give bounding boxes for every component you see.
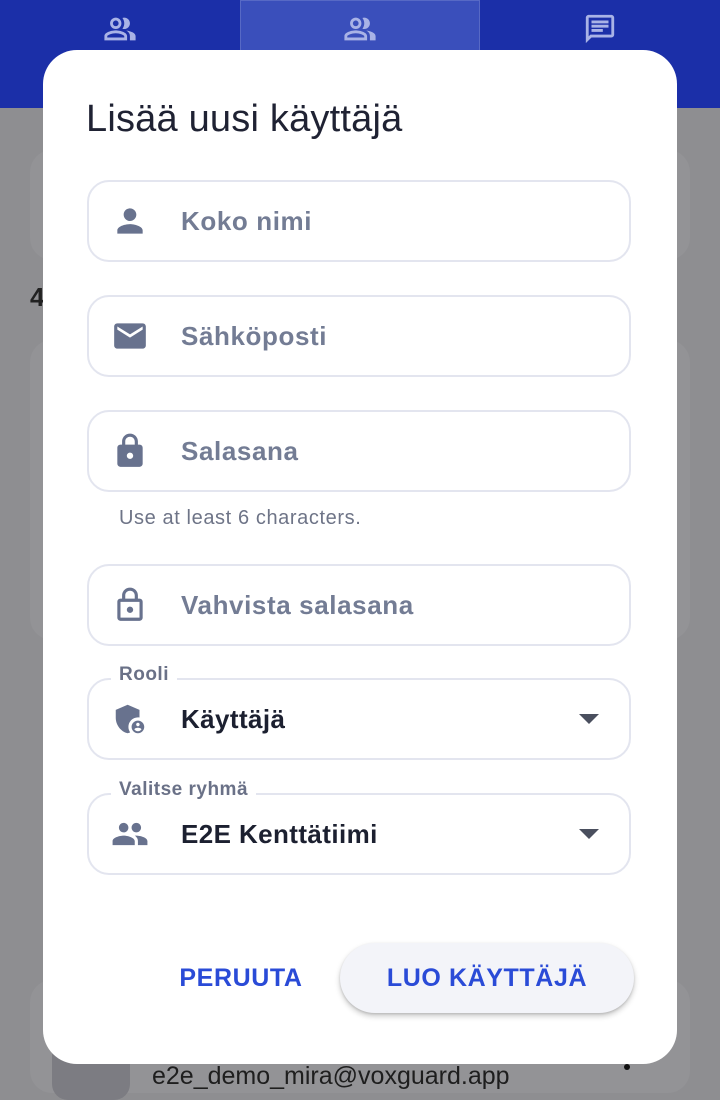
email-input[interactable] xyxy=(181,297,581,375)
password-input[interactable] xyxy=(181,412,581,490)
group-icon xyxy=(111,815,149,853)
confirm-password-field[interactable] xyxy=(87,564,631,646)
lock-icon xyxy=(111,432,149,470)
background-user-email: e2e_demo_mira@voxguard.app xyxy=(152,1062,510,1090)
role-select[interactable]: Rooli Käyttäjä xyxy=(87,664,631,760)
add-user-dialog: Lisää uusi käyttäjä Use at least 6 chara… xyxy=(43,50,677,1064)
people-icon xyxy=(104,17,136,41)
dropdown-arrow-icon xyxy=(579,829,599,839)
shield-user-icon xyxy=(111,700,149,738)
password-helper-text: Use at least 6 characters. xyxy=(119,507,362,529)
role-value: Käyttäjä xyxy=(181,703,286,734)
dropdown-arrow-icon xyxy=(579,714,599,724)
group-select[interactable]: Valitse ryhmä E2E Kenttätiimi xyxy=(87,779,631,875)
lock-outline-icon xyxy=(111,586,149,624)
email-field[interactable] xyxy=(87,295,631,377)
full-name-input[interactable] xyxy=(181,182,581,260)
full-name-field[interactable] xyxy=(87,180,631,262)
more-icon xyxy=(624,1064,630,1070)
create-user-button[interactable]: LUO KÄYTTÄJÄ xyxy=(340,943,634,1013)
people-icon xyxy=(344,17,376,41)
confirm-password-input[interactable] xyxy=(181,566,581,644)
chat-icon xyxy=(585,14,615,44)
mail-icon xyxy=(111,317,149,355)
group-value: E2E Kenttätiimi xyxy=(181,818,378,849)
role-label: Rooli xyxy=(111,664,177,686)
cancel-button[interactable]: PERUUTA xyxy=(161,950,321,1006)
person-icon xyxy=(111,202,149,240)
password-field[interactable] xyxy=(87,410,631,492)
dialog-title: Lisää uusi käyttäjä xyxy=(86,98,403,140)
